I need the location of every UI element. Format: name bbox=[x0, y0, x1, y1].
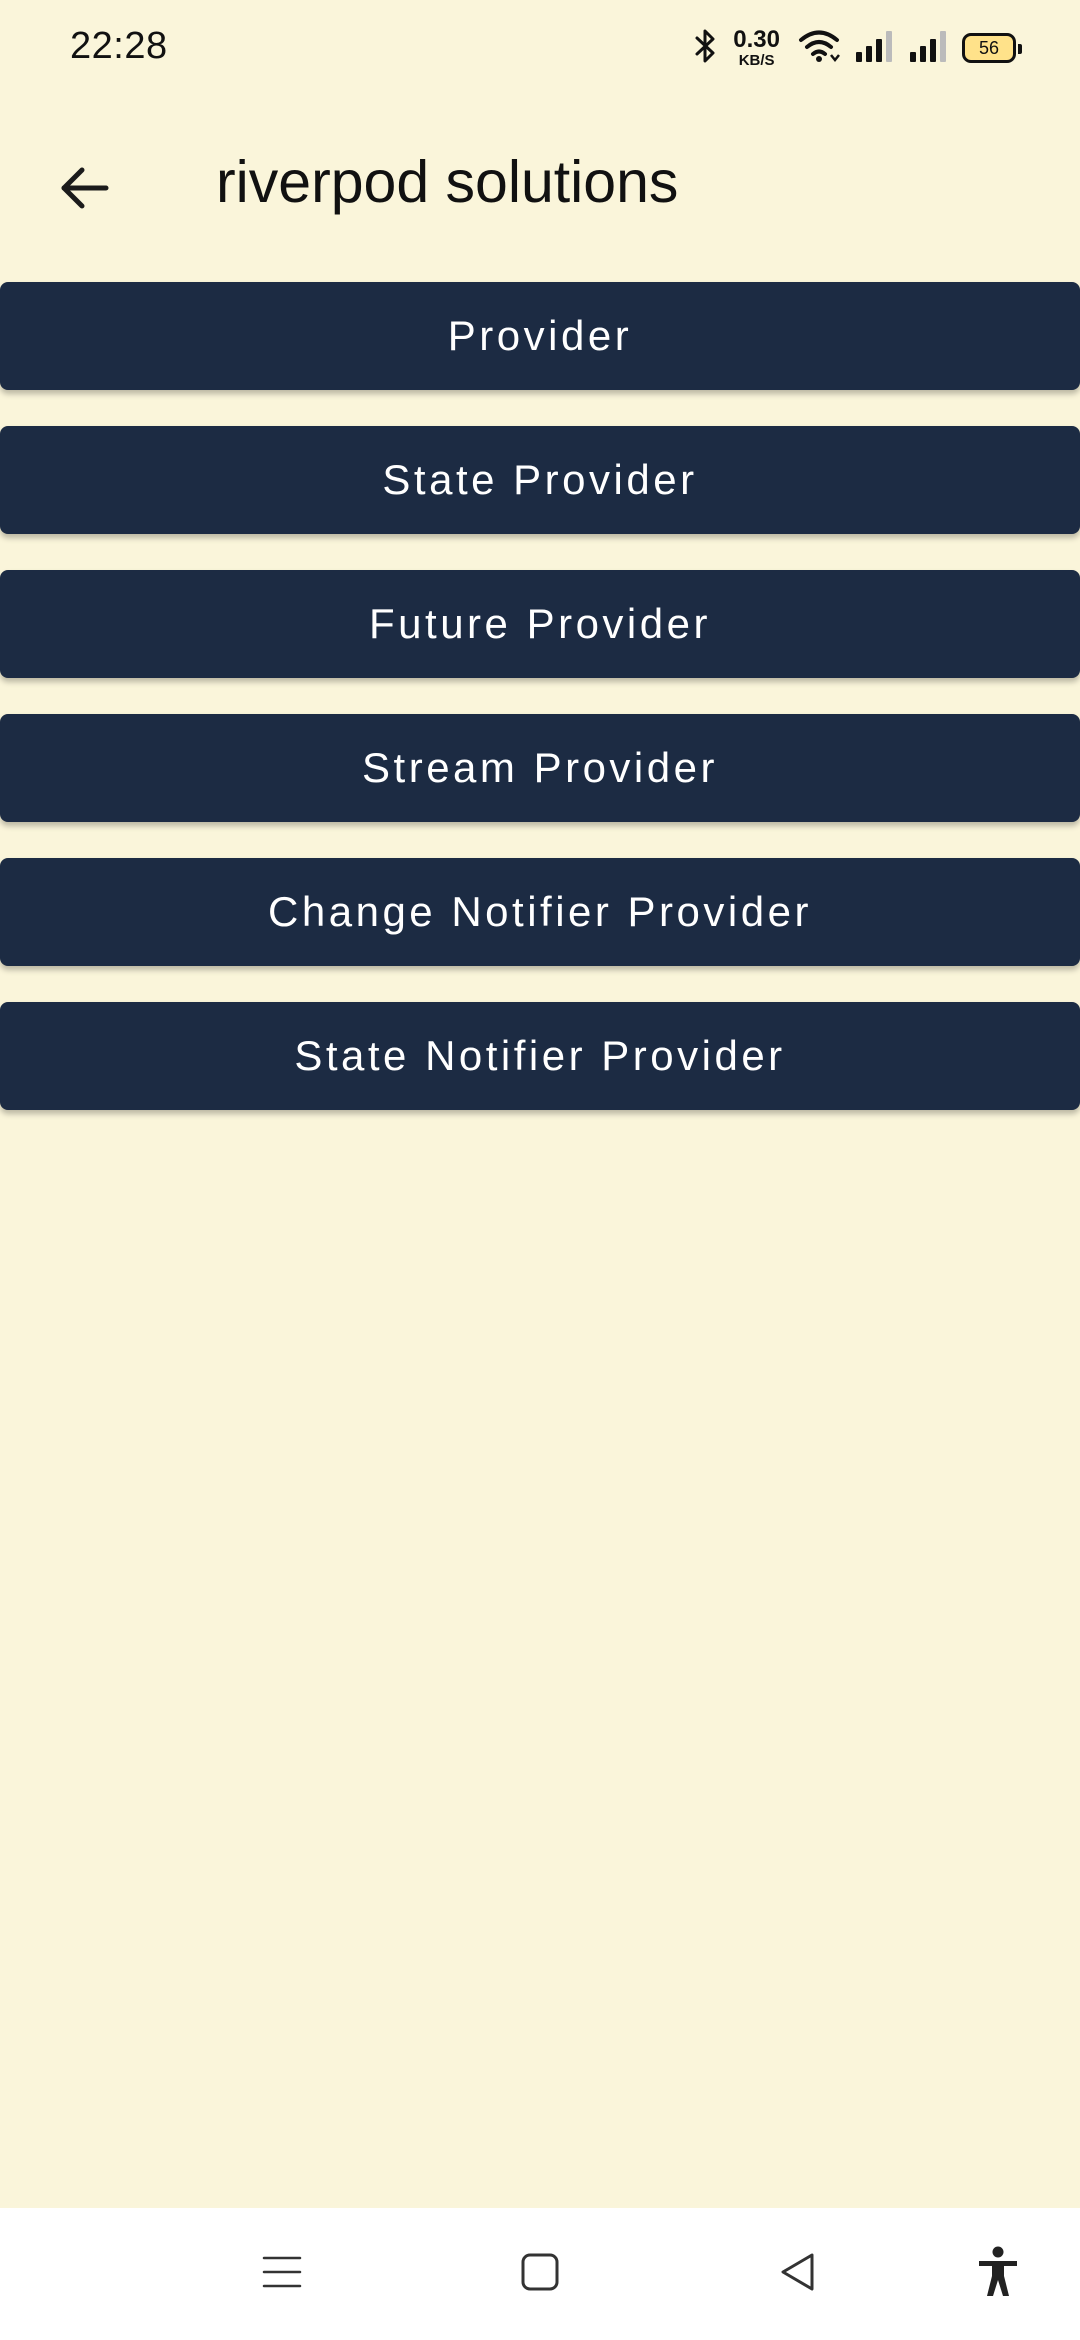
arrow-left-icon bbox=[58, 166, 110, 215]
network-speed: 0.30 KB/S bbox=[733, 26, 780, 69]
system-nav-bar bbox=[0, 2208, 1080, 2340]
battery-level: 56 bbox=[978, 38, 1000, 58]
recent-apps-button[interactable] bbox=[250, 2242, 314, 2306]
system-back-button[interactable] bbox=[766, 2242, 830, 2306]
home-button[interactable] bbox=[508, 2242, 572, 2306]
provider-button[interactable]: Provider bbox=[0, 282, 1080, 390]
state-provider-button[interactable]: State Provider bbox=[0, 426, 1080, 534]
change-notifier-provider-button[interactable]: Change Notifier Provider bbox=[0, 858, 1080, 966]
network-speed-value: 0.30 bbox=[733, 26, 780, 53]
state-notifier-provider-button[interactable]: State Notifier Provider bbox=[0, 1002, 1080, 1110]
status-bar: 22:28 0.30 KB/S 56 bbox=[0, 0, 1080, 96]
status-time: 22:28 bbox=[70, 25, 168, 67]
home-icon bbox=[520, 2252, 560, 2297]
provider-button-list: Provider State Provider Future Provider … bbox=[0, 282, 1080, 1146]
battery-icon: 56 bbox=[962, 33, 1022, 63]
accessibility-icon bbox=[976, 2246, 1020, 2303]
signal-icon bbox=[908, 28, 948, 69]
back-button[interactable] bbox=[38, 144, 130, 236]
signal-icon bbox=[854, 28, 894, 69]
bluetooth-icon bbox=[693, 28, 719, 69]
app-bar: riverpod solutions bbox=[0, 110, 1080, 256]
back-icon bbox=[778, 2252, 818, 2297]
page-title: riverpod solutions bbox=[216, 149, 679, 215]
menu-icon bbox=[262, 2252, 302, 2297]
accessibility-button[interactable] bbox=[966, 2242, 1030, 2306]
status-icons: 0.30 KB/S 56 bbox=[693, 26, 1022, 70]
network-speed-unit: KB/S bbox=[738, 52, 775, 69]
wifi-icon bbox=[798, 28, 840, 69]
future-provider-button[interactable]: Future Provider bbox=[0, 570, 1080, 678]
stream-provider-button[interactable]: Stream Provider bbox=[0, 714, 1080, 822]
